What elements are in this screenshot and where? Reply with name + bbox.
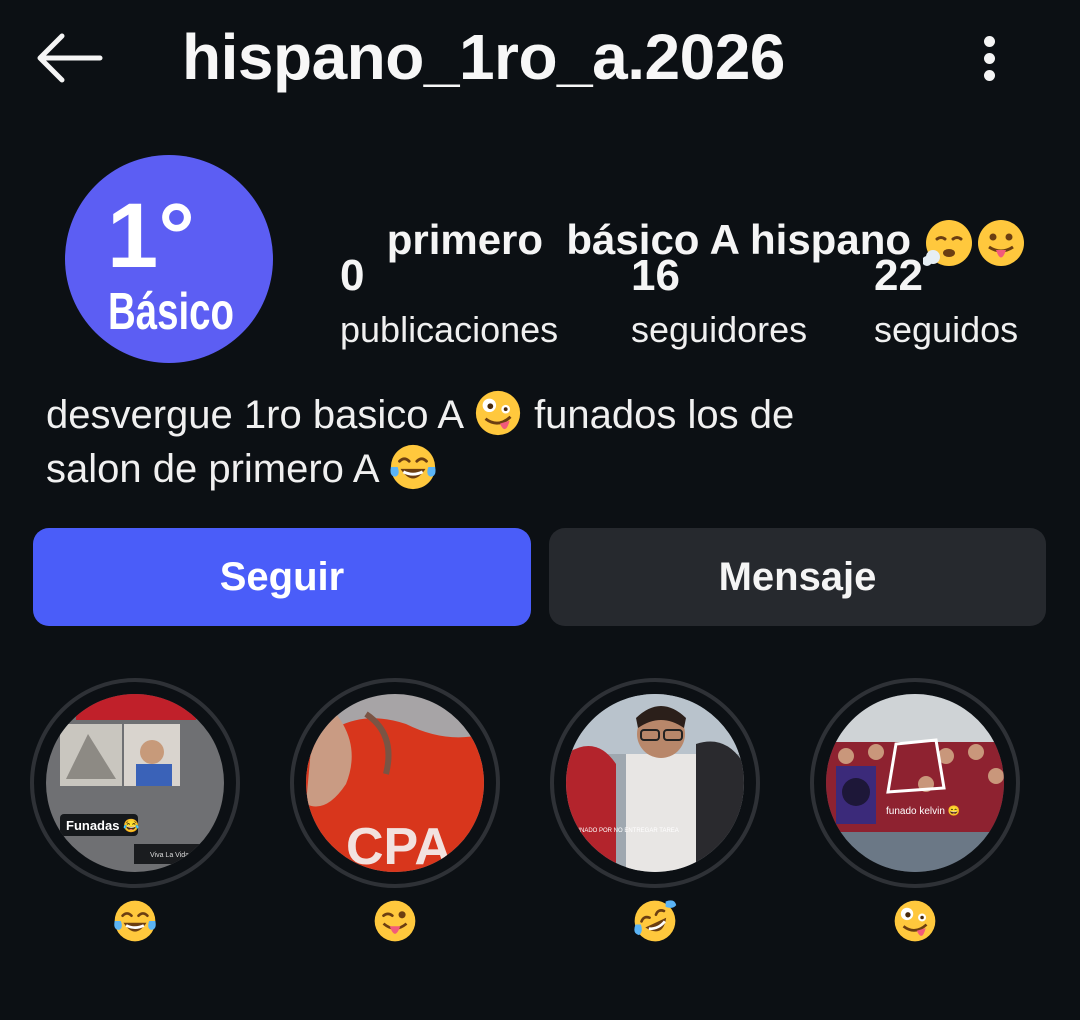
bio-text-1: desvergue 1ro basico A [46,393,473,437]
zany-face-emoji [894,900,936,942]
arrow-left-icon [37,33,103,83]
tears-of-joy-emoji [114,900,156,942]
stat-posts-value: 0 [340,251,365,300]
highlight-2-label [290,898,500,944]
stat-following-label: seguidos [874,309,1019,350]
rolling-laughing-emoji [634,900,677,942]
profile-username: hispano_1ro_a.2026 [182,21,785,93]
bio-text-3: salon de primero A [46,447,389,491]
winking-tongue-emoji [374,900,416,942]
highlight-cover: funado kelvin 😄 [826,694,1004,872]
story-highlight-4[interactable]: funado kelvin 😄 [810,678,1020,888]
highlight-cover: CPA [306,694,484,872]
highlight-cover: Funadas 😂 Viva La Vida (2024) [46,694,224,872]
highlight-3-label [550,898,760,944]
highlight-3-caption: FUNADO POR NO ENTREGAR TAREA [572,828,679,834]
more-options-button[interactable] [968,30,1012,86]
back-button[interactable] [30,28,106,88]
stat-followers-value: 16 [631,251,680,300]
highlight-4-caption: funado kelvin 😄 [886,805,960,817]
follow-button[interactable]: Seguir [33,528,531,626]
tears-of-joy-emoji [390,444,436,490]
highlight-4-label [810,898,1020,944]
highlight-1-label [30,898,240,944]
avatar-level-text: Básico [108,283,234,341]
story-highlight-1[interactable]: Funadas 😂 Viva La Vida (2024) [30,678,240,888]
stat-following[interactable]: 22 seguidos [874,250,1018,358]
stat-following-value: 22 [874,251,923,300]
zany-face-emoji [475,390,521,436]
profile-avatar[interactable]: 1° Básico [65,155,273,363]
message-button[interactable]: Mensaje [549,528,1046,626]
highlight-cover: FUNADO POR NO ENTREGAR TAREA [566,694,744,872]
stat-followers[interactable]: 16 seguidores [631,250,807,358]
profile-bio: desvergue 1ro basico A funados los de sa… [46,388,1006,496]
highlight-1-caption: Funadas 😂 [66,818,139,833]
top-bar: hispano_1ro_a.2026 [0,0,1080,120]
vertical-dots-icon [984,36,995,47]
story-highlight-3[interactable]: FUNADO POR NO ENTREGAR TAREA [550,678,760,888]
profile-screen: hispano_1ro_a.2026 1° Básico primero bás… [0,0,1080,1020]
stat-posts-label: publicaciones [340,309,559,350]
story-highlight-2[interactable]: CPA [290,678,500,888]
bio-text-2: funados los de [522,393,795,437]
avatar-grade-text: 1° [107,185,195,287]
stat-followers-label: seguidores [631,309,808,350]
stat-posts[interactable]: 0 publicaciones [340,250,558,358]
avatar-image: 1° Básico [107,185,234,341]
